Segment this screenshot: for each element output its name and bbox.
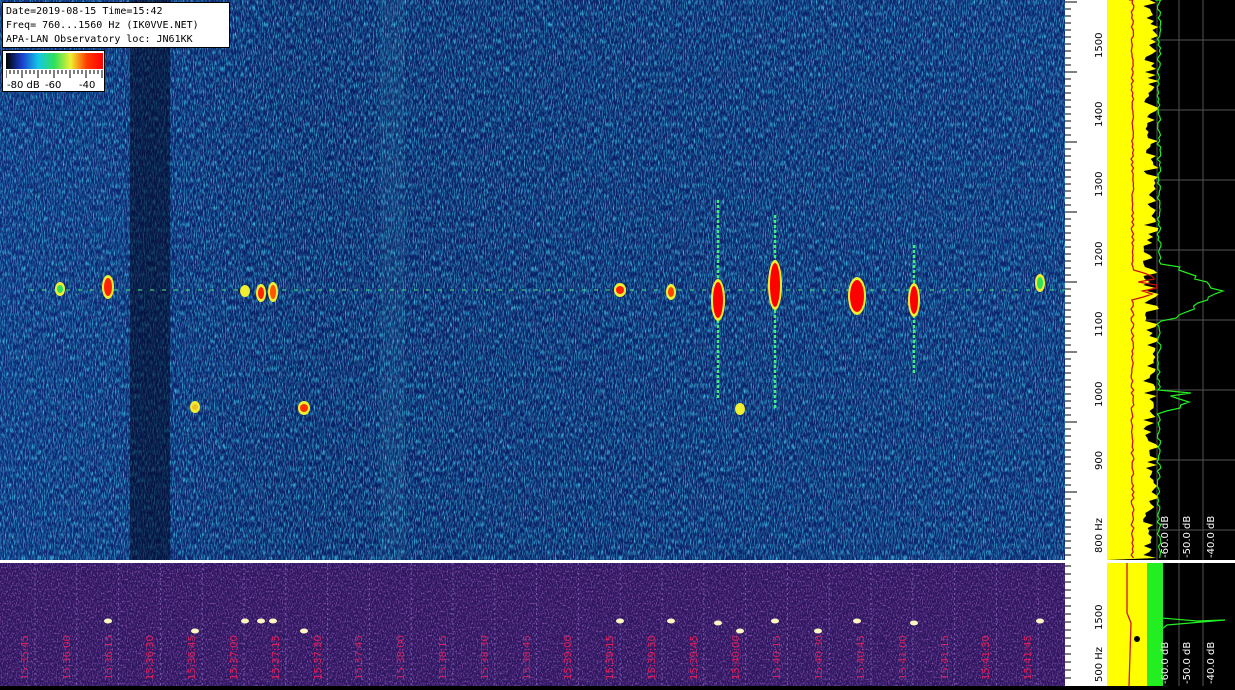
time-label: 15:36:00 — [61, 635, 73, 680]
time-label: 15:39:15 — [605, 635, 617, 680]
time-label: 15:41:15 — [939, 635, 951, 680]
frequency-scale — [1065, 0, 1107, 560]
time-label: 15:36:30 — [145, 635, 157, 680]
time-label: 15:35:45 — [20, 635, 31, 680]
observatory-label: APA-LAN Observatory loc: JN61KK — [6, 34, 193, 45]
spectrum-compressed-db-label-3: -40.0 dB — [1206, 641, 1217, 684]
time-label: 15:40:15 — [772, 635, 784, 680]
time-label: 15:41:45 — [1023, 635, 1035, 680]
spectrum-db-label-1: -60.0 dB — [1160, 515, 1171, 558]
freq-label-1300: 1300 — [1094, 171, 1105, 197]
legend-label-min: -80 dB — [7, 80, 40, 91]
time-label: 15:39:30 — [647, 635, 658, 680]
time-label: 15:36:15 — [103, 635, 115, 680]
date-time-label: Date=2019-08-15 Time=15:42 — [6, 6, 163, 17]
time-label: 15:38:45 — [521, 635, 533, 680]
time-label: 15:40:00 — [730, 635, 742, 680]
time-label: 15:39:00 — [563, 635, 575, 680]
frequency-label: Freq= 760...1560 Hz (IK0VVE.NET) — [6, 20, 199, 31]
legend-gradient — [6, 53, 103, 69]
time-label: 15:37:30 — [312, 635, 324, 680]
freq-label-800: 800 Hz — [1094, 517, 1105, 553]
time-label: 15:39:45 — [688, 635, 700, 680]
freq-label-1500: 1500 — [1094, 32, 1105, 58]
time-label: 15:40:45 — [856, 635, 867, 680]
freq-label-compressed-500: 500 Hz — [1094, 646, 1105, 682]
freq-label-1100: 1100 — [1094, 311, 1105, 337]
freq-label-1200: 1200 — [1094, 241, 1105, 267]
spectrum-panel — [1107, 0, 1235, 560]
time-label: 15:41:00 — [897, 635, 909, 680]
spectrum-db-label-3: -40.0 dB — [1206, 515, 1217, 558]
freq-label-1000: 1000 — [1094, 381, 1105, 407]
time-label: 15:38:00 — [396, 635, 408, 680]
legend-label-max: -40 — [79, 80, 96, 91]
info-panel: Date=2019-08-15 Time=15:42 Freq= 760...1… — [2, 2, 230, 48]
waterfall-main — [0, 0, 1065, 560]
time-label: 15:40:30 — [814, 635, 826, 680]
time-label: 15:38:30 — [479, 635, 491, 680]
time-label: 15:41:30 — [981, 635, 993, 680]
time-label: 15:36:45 — [187, 635, 199, 680]
legend-label-mid: -60 — [45, 80, 62, 91]
freq-label-compressed-1500: 1500 — [1094, 604, 1105, 630]
time-label: 15:38:15 — [438, 635, 449, 680]
spectrum-compressed-db-label-1: -60.0 dB — [1160, 641, 1171, 684]
time-label: 15:37:45 — [354, 635, 366, 680]
spectrum-db-label-2: -50.0 dB — [1182, 515, 1193, 558]
legend-ticks — [6, 70, 103, 78]
time-label: 15:37:15 — [270, 635, 282, 680]
freq-label-900: 900 — [1094, 450, 1105, 470]
color-legend: -80 dB -60 -40 — [2, 50, 105, 92]
spectrum-compressed-db-label-2: -50.0 dB — [1182, 641, 1193, 684]
freq-label-1400: 1400 — [1094, 101, 1105, 127]
time-label: 15:37:00 — [229, 635, 240, 680]
